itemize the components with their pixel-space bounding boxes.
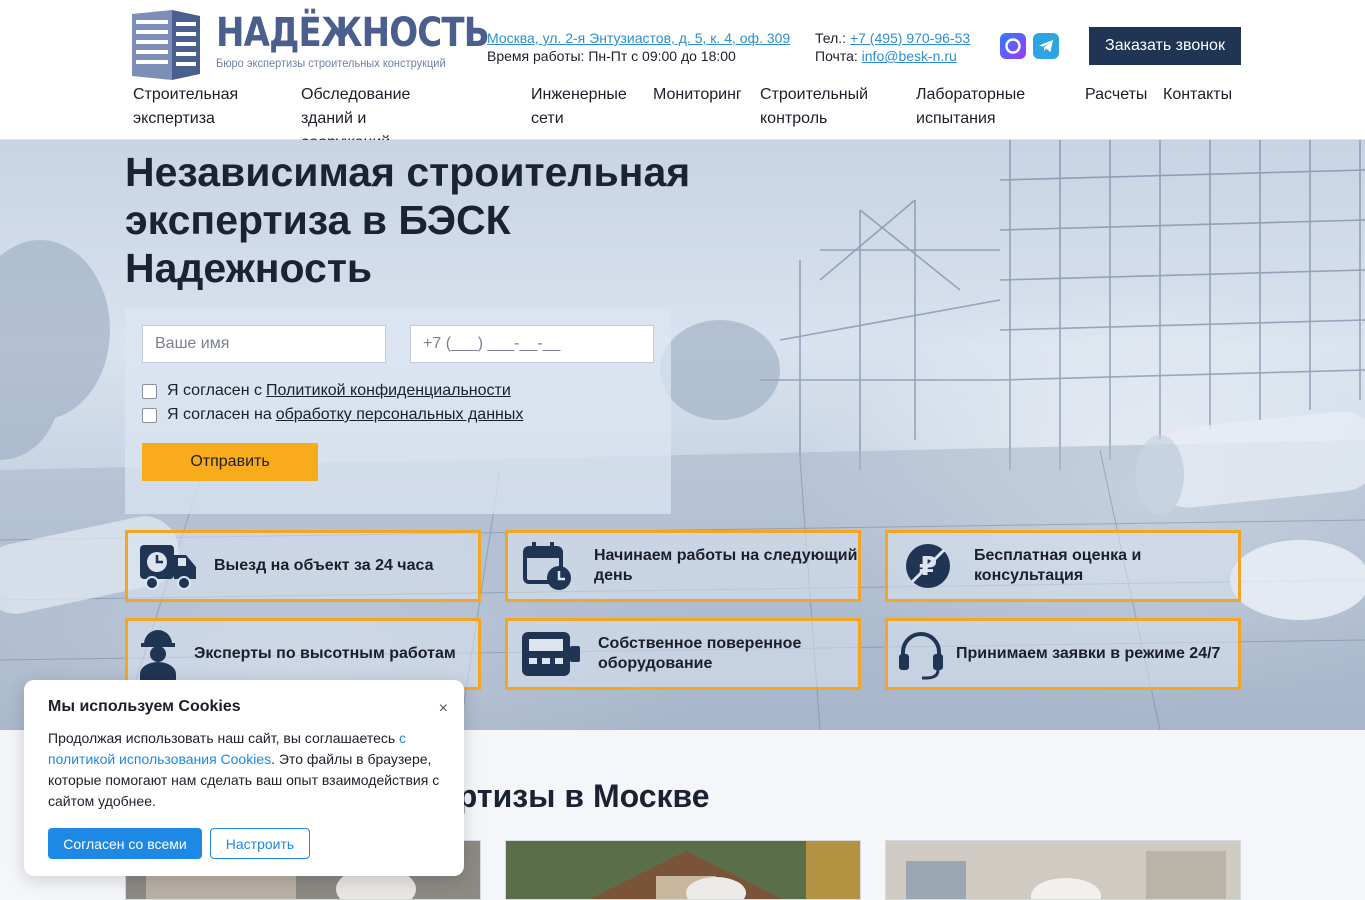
- personal-data-checkbox[interactable]: [142, 407, 157, 423]
- ruble-crossed-icon: ₽: [896, 538, 960, 594]
- contacts-block: Тел.: +7 (495) 970-96-53 Почта: info@bes…: [815, 29, 970, 65]
- configure-cookies-button[interactable]: Настроить: [210, 828, 310, 859]
- name-input[interactable]: Ваше имя: [142, 325, 386, 363]
- personal-data-consent-text: Я согласен на: [167, 406, 272, 423]
- submit-button[interactable]: Отправить: [142, 443, 318, 481]
- nav-item-construction-expertise[interactable]: Строительная экспертиза: [133, 83, 238, 131]
- site-header: НАДЁЖНОСТЬ Бюро экспертизы строительных …: [0, 0, 1365, 151]
- accept-all-cookies-button[interactable]: Согласен со всеми: [48, 828, 202, 859]
- max-messenger-icon[interactable]: [1000, 33, 1026, 59]
- feature-text: Выезд на объект за 24 часа: [214, 557, 434, 574]
- building-logo-icon: [128, 10, 204, 80]
- working-hours: Время работы: Пн-Пт с 09:00 до 18:00: [487, 48, 736, 64]
- service-card-image[interactable]: [885, 840, 1241, 900]
- feature-text: Начинаем работы на следующий день: [594, 547, 858, 584]
- feature-card: Принимаем заявки в режиме 24/7: [885, 618, 1241, 690]
- callback-button[interactable]: Заказать звонок: [1089, 27, 1241, 65]
- close-icon[interactable]: ×: [439, 700, 448, 718]
- messenger-links: [1000, 33, 1059, 59]
- logo-subtitle: Бюро экспертизы строительных конструкций: [216, 56, 446, 70]
- feature-text: Эксперты по высотным работам: [194, 645, 456, 662]
- logo[interactable]: НАДЁЖНОСТЬ Бюро экспертизы строительных …: [128, 10, 490, 80]
- nav-item-monitoring[interactable]: Мониторинг: [653, 83, 742, 107]
- hero-title: Независимая строительная экспертиза в БЭ…: [125, 149, 691, 291]
- feature-card: Выезд на объект за 24 часа: [125, 530, 481, 602]
- cookie-banner: Мы используем Cookies × Продолжая исполь…: [24, 680, 464, 876]
- phone-input[interactable]: +7 (___) ___-__-__: [410, 325, 654, 363]
- privacy-consent-text: Я согласен с: [167, 382, 262, 399]
- logo-title: НАДЁЖНОСТЬ: [216, 10, 490, 56]
- truck-clock-icon: [136, 538, 200, 594]
- worker-helmet-icon: [136, 626, 180, 682]
- feature-text: Принимаем заявки в режиме 24/7: [956, 645, 1221, 662]
- nav-item-construction-control[interactable]: Строительный контроль: [760, 83, 868, 131]
- hero-section: Независимая строительная экспертиза в БЭ…: [0, 140, 1365, 730]
- personal-data-consent: Я согласен на обработку персональных дан…: [142, 406, 523, 424]
- service-card-image[interactable]: [505, 840, 861, 900]
- nav-item-lab-tests[interactable]: Лабораторные испытания: [916, 83, 1025, 131]
- privacy-consent: Я согласен с Политикой конфиденциальност…: [142, 382, 511, 400]
- email-label: Почта:: [815, 48, 858, 64]
- feature-text: Бесплатная оценка и консультация: [974, 547, 1142, 584]
- feature-card: ₽ Бесплатная оценка и консультация: [885, 530, 1241, 602]
- feature-card: Собственное поверенное оборудование: [505, 618, 861, 690]
- phone-label: Тел.:: [815, 30, 847, 46]
- section-title: ертизы в Москве: [440, 778, 710, 814]
- privacy-checkbox[interactable]: [142, 383, 157, 399]
- address-link[interactable]: Москва, ул. 2-я Энтузиастов, д. 5, к. 4,…: [487, 30, 790, 46]
- telegram-icon[interactable]: [1033, 33, 1059, 59]
- measuring-device-icon: [516, 626, 586, 682]
- email-link[interactable]: info@besk-n.ru: [862, 48, 957, 64]
- calendar-clock-icon: [516, 538, 580, 594]
- headset-icon: [896, 626, 946, 682]
- lead-form: Ваше имя +7 (___) ___-__-__ Я согласен с…: [125, 308, 671, 514]
- feature-card: Начинаем работы на следующий день: [505, 530, 861, 602]
- privacy-policy-link[interactable]: Политикой конфиденциальности: [266, 382, 511, 400]
- cookie-title: Мы используем Cookies: [48, 698, 241, 715]
- personal-data-link[interactable]: обработку персональных данных: [276, 406, 524, 424]
- cookie-text: Продолжая использовать наш сайт, вы согл…: [48, 730, 440, 809]
- nav-item-calculations[interactable]: Расчеты: [1085, 83, 1147, 107]
- nav-item-contacts[interactable]: Контакты: [1163, 83, 1232, 107]
- address-block: Москва, ул. 2-я Энтузиастов, д. 5, к. 4,…: [487, 29, 790, 65]
- feature-text: Собственное поверенное оборудование: [598, 635, 802, 672]
- nav-item-engineering-networks[interactable]: Инженерные сети: [531, 83, 627, 131]
- phone-link[interactable]: +7 (495) 970-96-53: [850, 30, 970, 46]
